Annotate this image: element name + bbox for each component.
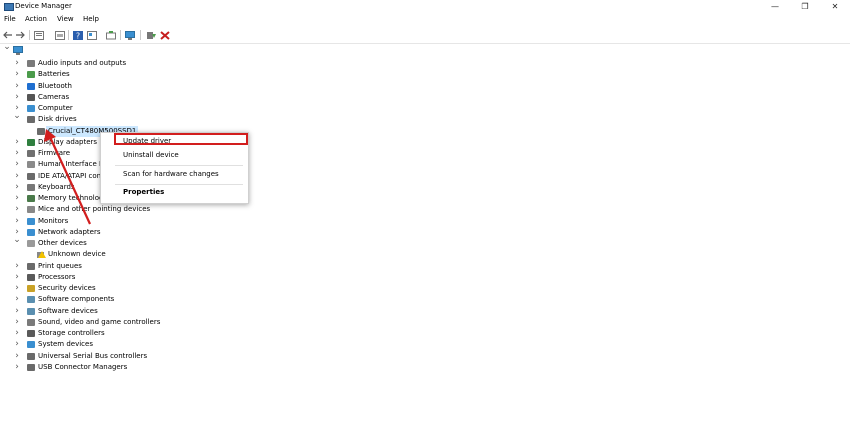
- annotation-arrow: [44, 129, 91, 225]
